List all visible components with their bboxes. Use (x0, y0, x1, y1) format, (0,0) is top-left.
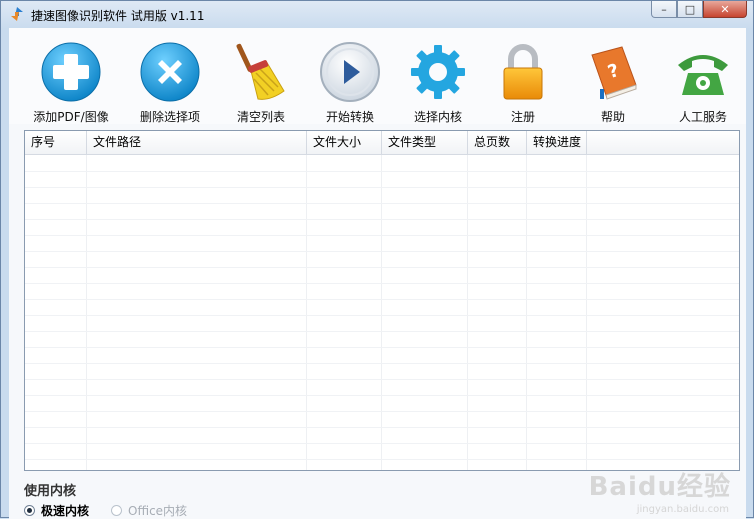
watermark-url: jingyan.baidu.com (636, 504, 729, 515)
grid-line (25, 235, 739, 236)
column-header-pages[interactable]: 总页数 (468, 131, 527, 154)
toolbar-label: 删除选择项 (139, 110, 200, 124)
grid-line (25, 331, 739, 332)
toolbar-label: 帮助 (600, 110, 625, 124)
gear-icon (407, 41, 469, 103)
column-header-type[interactable]: 文件类型 (382, 131, 468, 154)
column-header-path[interactable]: 文件路径 (87, 131, 307, 154)
add-pdf-image-button[interactable]: 添加PDF/图像 (27, 28, 115, 124)
office-kernel-radio (111, 505, 123, 516)
grid-line (25, 171, 739, 172)
play-icon (319, 41, 381, 103)
toolbar-label: 清空列表 (236, 110, 285, 124)
book-icon: ? (582, 41, 644, 103)
toolbar-label: 人工服务 (678, 110, 727, 124)
grid-line (25, 427, 739, 428)
manual-service-button[interactable]: 人工服务 (659, 28, 747, 124)
lock-icon (492, 41, 554, 103)
broom-icon (230, 41, 292, 103)
kernel-group-title: 使用内核 (24, 484, 77, 499)
toolbar-label: 添加PDF/图像 (33, 110, 109, 124)
x-icon (139, 41, 201, 103)
grid-line (25, 219, 739, 220)
grid-line (25, 187, 739, 188)
file-list-table[interactable]: 序号 文件路径 文件大小 文件类型 总页数 转换进度 (24, 130, 740, 471)
grid-line (25, 251, 739, 252)
start-convert-button[interactable]: 开始转换 (306, 28, 394, 124)
window-controls: – □ ✕ (651, 1, 747, 19)
grid-line (25, 443, 739, 444)
clear-list-button[interactable]: 清空列表 (217, 28, 305, 124)
app-logo-icon (11, 7, 23, 21)
office-kernel-label: Office内核 (128, 504, 188, 518)
toolbar-label: 选择内核 (413, 110, 462, 124)
toolbar-label: 开始转换 (325, 110, 374, 124)
grid-line (25, 395, 739, 396)
toolbar: 添加PDF/图像 删除选择项 清空列表 开始转换 选择内核 注册 ? 帮助 人工… (9, 28, 746, 124)
close-button[interactable]: ✕ (703, 1, 747, 18)
delete-selected-button[interactable]: 删除选择项 (126, 28, 214, 124)
client-area: 添加PDF/图像 删除选择项 清空列表 开始转换 选择内核 注册 ? 帮助 人工… (9, 28, 746, 519)
minimize-button[interactable]: – (651, 1, 677, 18)
grid-line (25, 299, 739, 300)
plus-icon (40, 41, 102, 103)
grid-line (25, 283, 739, 284)
grid-line (25, 315, 739, 316)
grid-line (25, 267, 739, 268)
kernel-options: 极速内核 Office内核 (24, 502, 187, 519)
column-header-size[interactable]: 文件大小 (307, 131, 382, 154)
toolbar-label: 注册 (510, 110, 535, 124)
column-header-index[interactable]: 序号 (25, 131, 87, 154)
fast-kernel-label[interactable]: 极速内核 (41, 502, 89, 519)
table-body[interactable] (25, 155, 739, 470)
column-header-progress[interactable]: 转换进度 (527, 131, 587, 154)
grid-line (25, 459, 739, 460)
grid-line (25, 411, 739, 412)
grid-line (25, 363, 739, 364)
grid-line (25, 347, 739, 348)
select-kernel-button[interactable]: 选择内核 (394, 28, 482, 124)
help-button[interactable]: ? 帮助 (569, 28, 657, 124)
title-bar: 捷速图像识别软件 试用版 v1.11 – □ ✕ (1, 1, 753, 27)
table-header: 序号 文件路径 文件大小 文件类型 总页数 转换进度 (25, 131, 739, 155)
phone-icon (672, 41, 734, 103)
window-title: 捷速图像识别软件 试用版 v1.11 (31, 9, 205, 23)
maximize-button[interactable]: □ (677, 1, 703, 18)
fast-kernel-radio[interactable] (24, 505, 35, 516)
grid-line (25, 203, 739, 204)
grid-line (25, 379, 739, 380)
app-window: 捷速图像识别软件 试用版 v1.11 – □ ✕ 添加PDF/图像 删除选择项 … (0, 0, 754, 519)
register-button[interactable]: 注册 (479, 28, 567, 124)
